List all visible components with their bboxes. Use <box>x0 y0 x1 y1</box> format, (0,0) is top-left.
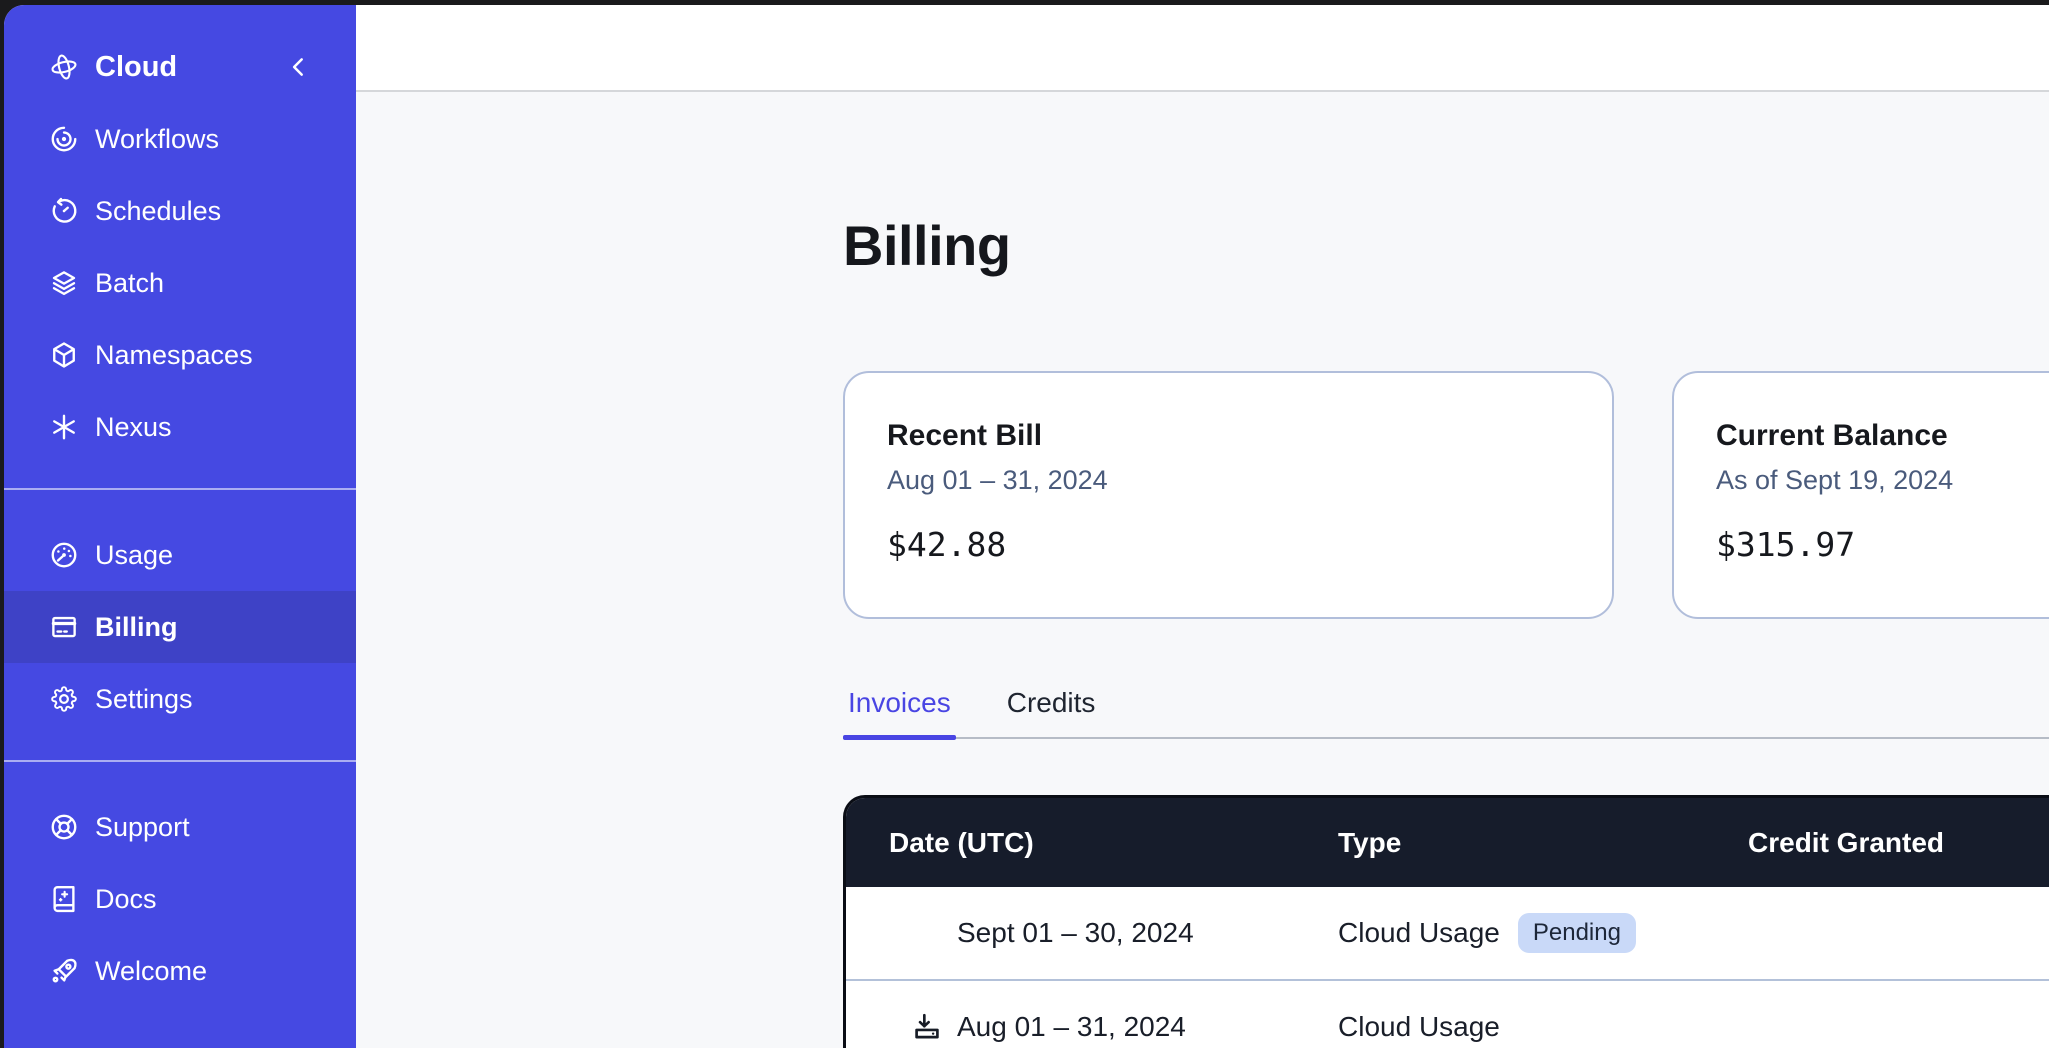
column-header-credit-granted: Credit Granted <box>1746 827 2049 859</box>
invoice-date-cell: Aug 01 – 31, 2024 <box>846 1011 1336 1043</box>
summary-cards: Recent Bill Aug 01 – 31, 2024 $42.88 Cur… <box>843 371 2049 619</box>
sidebar: Cloud Workflows <box>4 5 356 1048</box>
recent-bill-card: Recent Bill Aug 01 – 31, 2024 $42.88 <box>843 371 1614 619</box>
settings-icon <box>49 684 79 714</box>
usage-icon <box>49 540 79 570</box>
tab-credits[interactable]: Credits <box>1002 677 1101 737</box>
sidebar-item-billing[interactable]: Billing <box>4 591 356 663</box>
sidebar-header: Cloud <box>4 31 356 103</box>
invoices-table: Date (UTC) Type Credit Granted Sept 01 –… <box>843 795 2049 1048</box>
invoice-type-cell: Cloud Usage Pending <box>1336 913 1746 953</box>
current-balance-date: As of Sept 19, 2024 <box>1716 463 2049 497</box>
recent-bill-title: Recent Bill <box>887 417 1570 455</box>
sidebar-item-namespaces[interactable]: Namespaces <box>4 319 356 391</box>
column-header-type: Type <box>1336 827 1746 859</box>
sidebar-item-workflows[interactable]: Workflows <box>4 103 356 175</box>
billing-icon <box>49 612 79 642</box>
current-balance-title: Current Balance <box>1716 417 2049 455</box>
sidebar-item-settings[interactable]: Settings <box>4 663 356 735</box>
sidebar-divider <box>4 488 356 490</box>
status-badge-pending: Pending <box>1518 913 1636 953</box>
sidebar-item-support[interactable]: Support <box>4 791 356 863</box>
sidebar-item-docs[interactable]: Docs <box>4 863 356 935</box>
app-window: Cloud Workflows <box>4 5 2049 1048</box>
schedules-icon <box>49 196 79 226</box>
current-balance-amount: $315.97 <box>1716 525 2049 564</box>
nexus-icon <box>49 412 79 442</box>
invoices-table-header: Date (UTC) Type Credit Granted <box>846 798 2049 887</box>
recent-bill-amount: $42.88 <box>887 525 1570 564</box>
sidebar-item-schedules[interactable]: Schedules <box>4 175 356 247</box>
current-balance-card: Current Balance As of Sept 19, 2024 $315… <box>1672 371 2049 619</box>
sidebar-logo-label: Cloud <box>95 51 177 84</box>
workflows-icon <box>49 124 79 154</box>
invoice-type-cell: Cloud Usage <box>1336 1011 1746 1043</box>
batch-icon <box>49 268 79 298</box>
recent-bill-period: Aug 01 – 31, 2024 <box>887 463 1570 497</box>
sidebar-divider <box>4 760 356 762</box>
column-header-date: Date (UTC) <box>846 827 1336 859</box>
invoices-table-body: Sept 01 – 30, 2024 Cloud Usage Pending <box>846 887 2049 1048</box>
support-icon <box>49 812 79 842</box>
invoice-date-cell: Sept 01 – 30, 2024 <box>846 917 1336 949</box>
download-slot-empty <box>911 917 943 949</box>
sidebar-item-batch[interactable]: Batch <box>4 247 356 319</box>
sidebar-item-nexus[interactable]: Nexus <box>4 391 356 463</box>
namespaces-icon <box>49 340 79 370</box>
download-invoice-icon[interactable] <box>911 1011 943 1043</box>
table-row: Aug 01 – 31, 2024 Cloud Usage <box>846 979 2049 1048</box>
sidebar-item-usage[interactable]: Usage <box>4 519 356 591</box>
temporal-logo-icon <box>49 52 79 82</box>
billing-tabs: Invoices Credits <box>843 677 2049 739</box>
topbar <box>356 5 2049 92</box>
content-area: Billing Recent Bill Aug 01 – 31, 2024 $4… <box>356 92 2049 1048</box>
tab-invoices[interactable]: Invoices <box>843 677 956 737</box>
sidebar-collapse-button[interactable] <box>286 54 312 80</box>
sidebar-item-welcome[interactable]: Welcome <box>4 935 356 1007</box>
docs-icon <box>49 884 79 914</box>
table-row: Sept 01 – 30, 2024 Cloud Usage Pending <box>846 887 2049 979</box>
page-title: Billing <box>843 216 2049 276</box>
main-area: Billing Recent Bill Aug 01 – 31, 2024 $4… <box>356 5 2049 1048</box>
welcome-icon <box>49 956 79 986</box>
